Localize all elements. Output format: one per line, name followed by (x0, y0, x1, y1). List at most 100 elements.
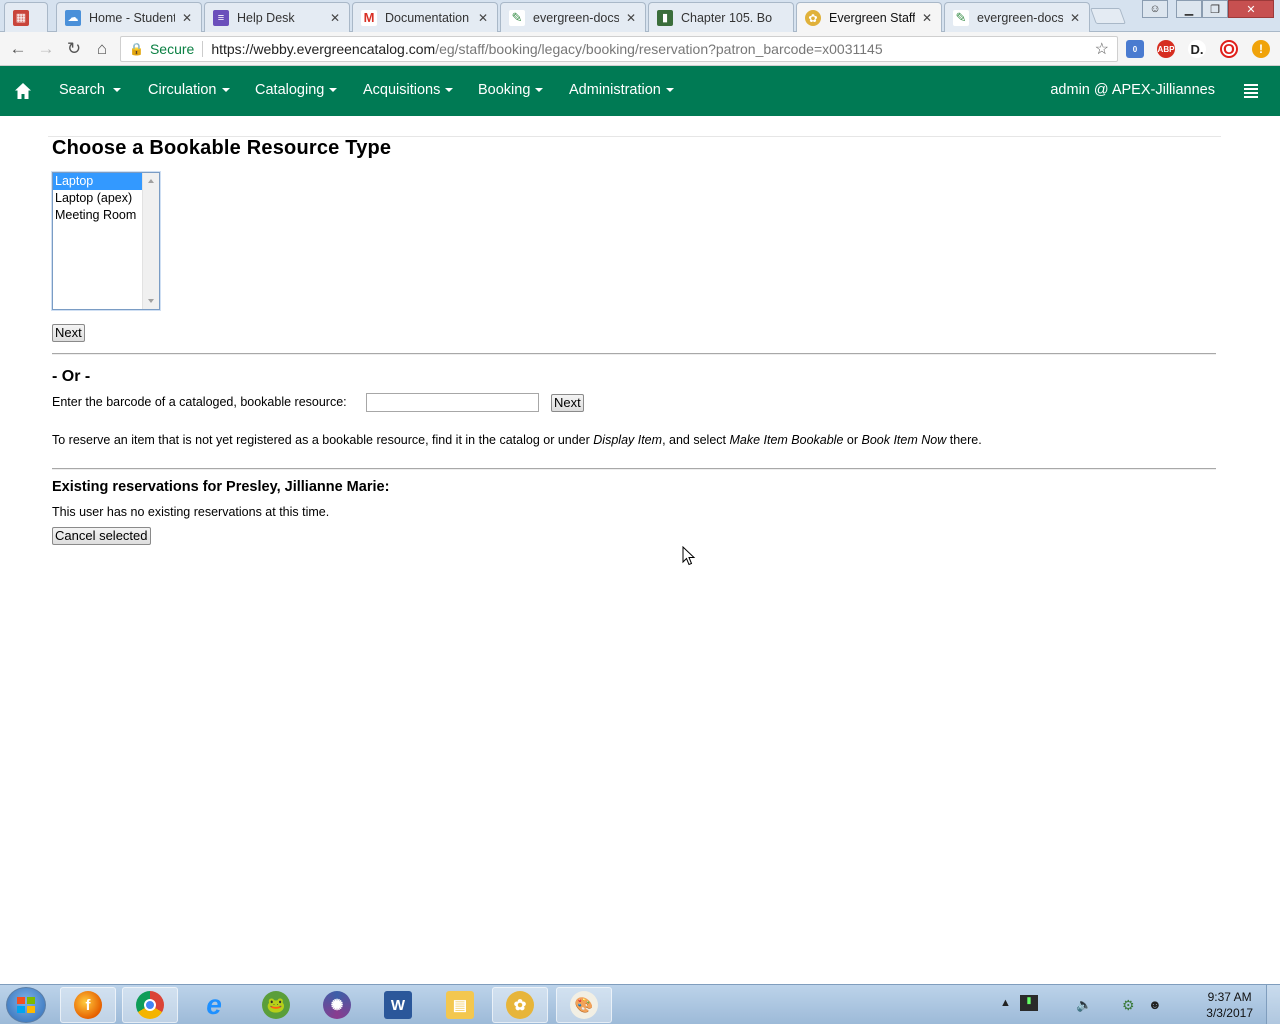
adblock-icon[interactable]: ABP (1157, 40, 1175, 58)
close-icon[interactable]: ✕ (181, 11, 193, 25)
home-button[interactable]: ⌂ (90, 37, 114, 61)
resource-type-option[interactable]: Laptop (apex) (53, 190, 143, 207)
browser-tab-evergreen-staff[interactable]: ✿ Evergreen Staff ✕ (796, 2, 942, 33)
listbox-scrollbar[interactable] (142, 173, 159, 309)
clock-time: 9:37 AM (1207, 990, 1252, 1004)
nav-search-menu[interactable]: Search (59, 82, 121, 98)
monkey-tray-icon[interactable]: ☻ (1148, 997, 1162, 1012)
restore-button[interactable]: ❐ (1202, 0, 1228, 18)
close-icon[interactable]: ✕ (625, 11, 637, 25)
no-reservations-message: This user has no existing reservations a… (52, 505, 330, 519)
divider (202, 41, 204, 57)
bookable-hint: To reserve an item that is not yet regis… (52, 433, 982, 447)
taskbar-paint[interactable]: 🎨 (556, 987, 612, 1023)
taskbar-evergreen[interactable]: ✿ (492, 987, 548, 1023)
paint-icon: 🎨 (570, 991, 598, 1019)
start-button[interactable] (6, 987, 46, 1023)
taskbar-clock[interactable]: 9:37 AM 3/3/2017 (1206, 989, 1253, 1021)
evergreen-icon: ✿ (805, 10, 821, 26)
clock-date: 3/3/2017 (1206, 1006, 1253, 1020)
url-host: https://webby.evergreencatalog.com (211, 41, 436, 57)
nav-label: Booking (478, 82, 531, 98)
browser-tab-apps[interactable]: ▦ (4, 2, 48, 32)
main-navbar: Search Circulation Cataloging Acquisitio… (0, 66, 1280, 116)
address-bar[interactable]: 🔒 Secure https://webby.evergreencatalog.… (120, 36, 1118, 62)
tab-title: Home - Student (89, 10, 175, 25)
apps-icon: ▦ (13, 9, 29, 26)
extension-icon[interactable]: 0 (1126, 40, 1144, 58)
book-icon: ▮ (657, 9, 673, 26)
mouse-cursor-icon (682, 546, 696, 566)
hint-text: To reserve an item that is not yet regis… (52, 433, 594, 447)
profile-button[interactable]: ☺ (1142, 0, 1168, 18)
taskbar-firefox[interactable]: f (60, 987, 116, 1023)
home-icon: ⌂ (96, 39, 108, 58)
taskbar-internet-explorer[interactable]: e (186, 987, 242, 1023)
close-icon[interactable]: ✕ (329, 11, 341, 25)
nav-cataloging-menu[interactable]: Cataloging (255, 82, 338, 98)
show-desktop-button[interactable] (1266, 985, 1280, 1024)
hint-book-item-now: Book Item Now (861, 433, 947, 447)
home-icon[interactable] (14, 82, 32, 100)
browser-tab-help-desk[interactable]: ≡ Help Desk ✕ (204, 2, 350, 32)
nav-administration-menu[interactable]: Administration (569, 82, 674, 98)
tab-title: Evergreen Staff (829, 11, 915, 25)
caret-down-icon (221, 88, 230, 92)
list-menu-icon[interactable] (1244, 84, 1258, 98)
taskbar-swirl-app[interactable]: ✺ (309, 987, 365, 1023)
tab-title: Documentation (385, 10, 470, 25)
pencil-icon: ✎ (509, 9, 525, 26)
barcode-label: Enter the barcode of a cataloged, bookab… (52, 395, 347, 409)
nav-acquisitions-menu[interactable]: Acquisitions (363, 82, 454, 98)
opera-icon[interactable]: O (1220, 40, 1238, 58)
close-icon[interactable]: ✕ (1069, 11, 1081, 25)
forward-button[interactable]: → (34, 37, 58, 61)
new-tab-button[interactable] (1090, 8, 1126, 24)
windows-logo-icon (17, 997, 35, 1013)
minimize-button[interactable]: ▁ (1176, 0, 1202, 18)
taskbar-frog-app[interactable]: 🐸 (248, 987, 304, 1023)
logged-in-user[interactable]: admin @ APEX-Jilliannes (1050, 82, 1215, 98)
scroll-down-icon[interactable] (148, 299, 154, 303)
browser-tab-chapter-105[interactable]: ▮ Chapter 105. Bo (648, 2, 794, 32)
resource-type-option[interactable]: Laptop (53, 173, 143, 190)
taskbar-chrome[interactable] (122, 987, 178, 1023)
alert-icon[interactable]: ! (1252, 40, 1270, 58)
browser-tab-home-student[interactable]: ☁ Home - Student ✕ (56, 2, 202, 32)
resource-type-option[interactable]: Meeting Room (53, 207, 143, 224)
dashlane-icon[interactable]: D. (1188, 40, 1206, 58)
taskbar-word[interactable]: W (370, 987, 426, 1023)
volume-icon[interactable]: 🔈 (1076, 997, 1092, 1013)
close-icon[interactable]: ✕ (921, 11, 933, 25)
hint-display-item: Display Item (593, 433, 663, 447)
frog-icon: 🐸 (262, 991, 290, 1019)
nav-circulation-menu[interactable]: Circulation (148, 82, 230, 98)
reload-button[interactable]: ↻ (62, 37, 86, 61)
gear-tray-icon[interactable]: ⚙ (1122, 997, 1135, 1014)
barcode-next-button[interactable]: Next (551, 394, 584, 412)
barcode-input[interactable] (366, 393, 539, 412)
hint-make-item-bookable: Make Item Bookable (729, 433, 844, 447)
terminal-tray-icon[interactable]: ▮ (1020, 995, 1038, 1011)
hint-text: , and select (662, 433, 730, 447)
divider (52, 353, 1216, 355)
browser-tab-evergreen-docs-2[interactable]: ✎ evergreen-docs: ✕ (944, 2, 1090, 32)
browser-tab-documentation[interactable]: M Documentation ✕ (352, 2, 498, 32)
back-button[interactable]: ← (6, 37, 30, 61)
user-icon: ☺ (1149, 3, 1161, 15)
close-window-button[interactable]: ✕ (1228, 0, 1274, 18)
arrow-left-icon: ← (9, 39, 27, 58)
resource-type-select[interactable]: Laptop Laptop (apex) Meeting Room (52, 172, 160, 310)
secure-label: Secure (149, 41, 195, 57)
resource-type-next-button[interactable]: Next (52, 324, 85, 342)
tab-title: evergreen-docs: (533, 10, 619, 25)
close-icon[interactable]: ✕ (477, 11, 489, 25)
cancel-selected-button[interactable]: Cancel selected (52, 527, 151, 545)
caret-down-icon (112, 88, 121, 92)
nav-booking-menu[interactable]: Booking (478, 82, 544, 98)
scroll-up-icon[interactable] (148, 179, 154, 183)
taskbar-file-explorer[interactable]: ▤ (432, 987, 488, 1023)
browser-tab-evergreen-docs[interactable]: ✎ evergreen-docs: ✕ (500, 2, 646, 32)
bookmark-star-icon[interactable]: ☆ (1095, 39, 1109, 59)
show-hidden-icons[interactable]: ▲ (1000, 997, 1011, 1009)
